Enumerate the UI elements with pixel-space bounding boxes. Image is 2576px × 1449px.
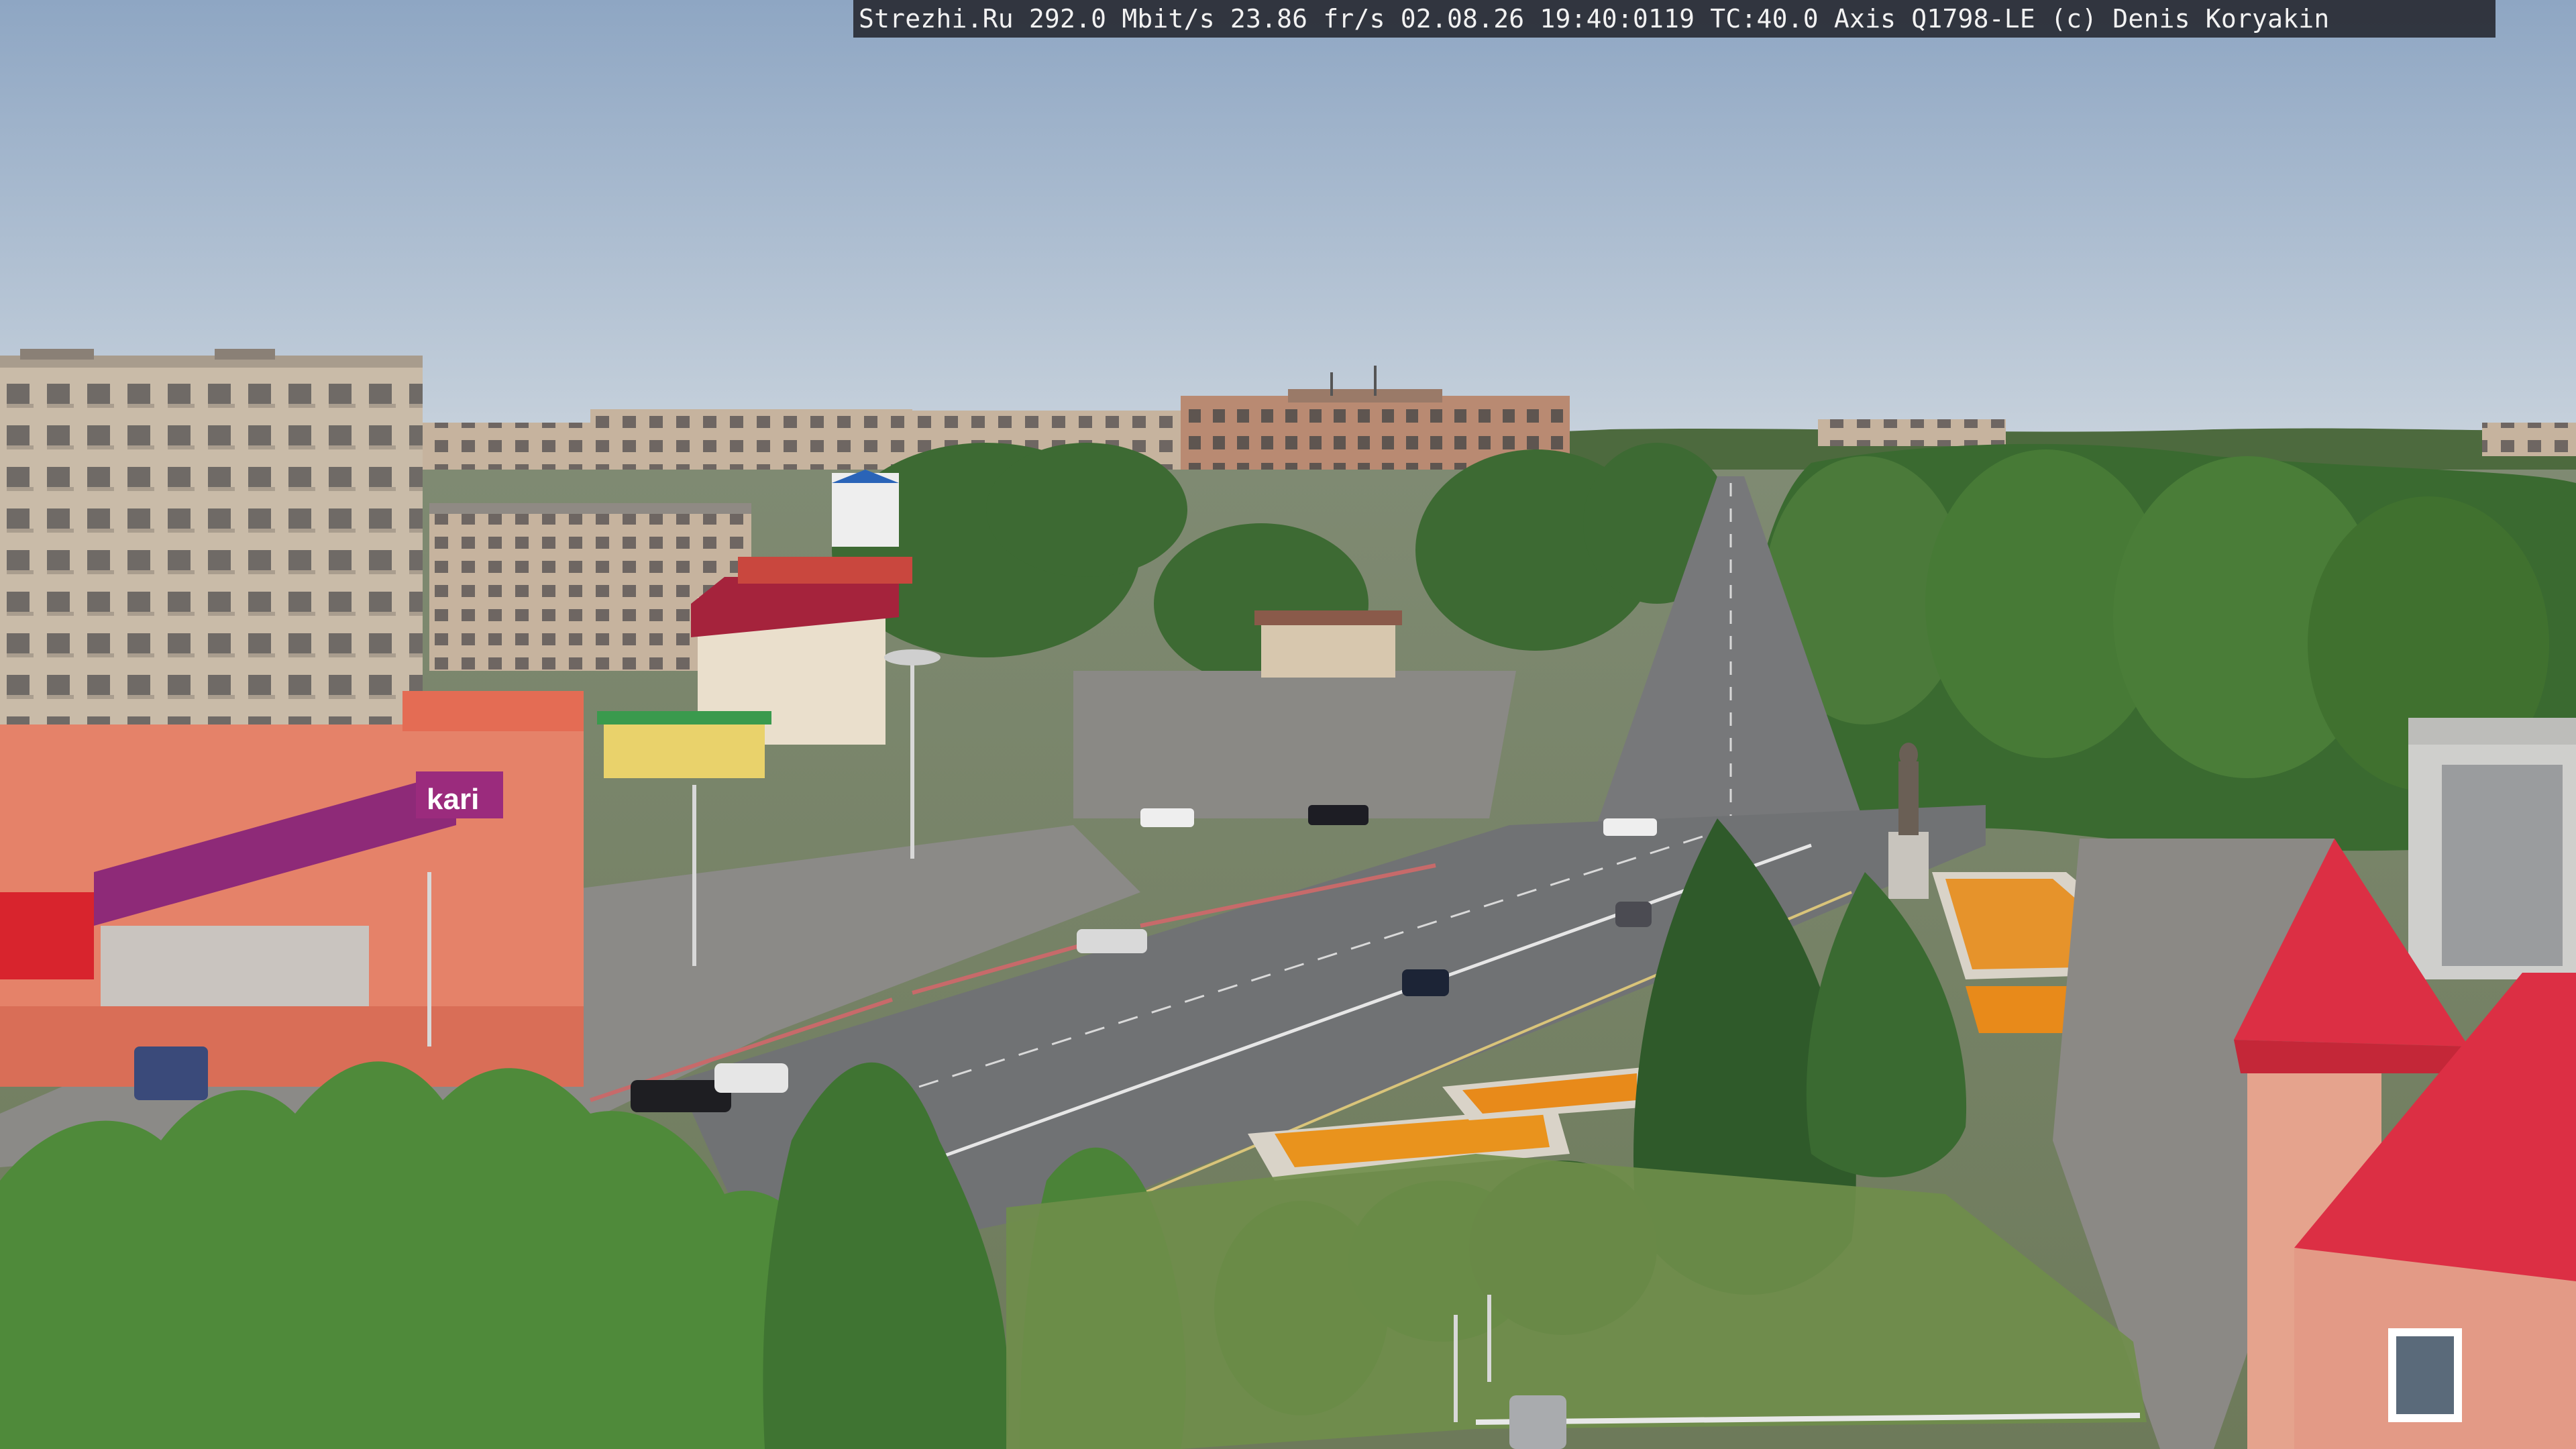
kari-store-building [0,691,584,1087]
camera-info-overlay: Strezhi.Ru 292.0 Mbit/s 23.86 fr/s 02.08… [853,0,2496,38]
kiosk [604,718,765,778]
kari-sign: kari [427,783,479,816]
webcam-scene: kari [0,0,2576,1449]
plaza [1073,671,1516,818]
single-storey-building [1261,617,1395,678]
apartment-block-left [0,349,423,775]
civic-building-right [2408,718,2576,979]
